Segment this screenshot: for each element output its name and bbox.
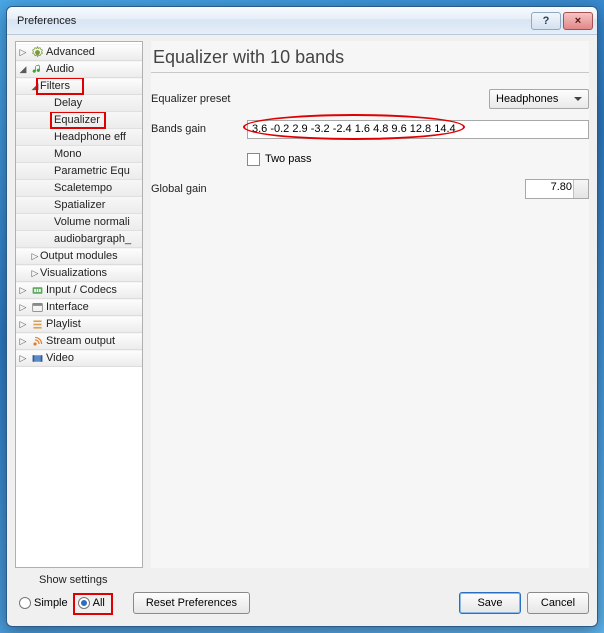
preset-label: Equalizer preset: [151, 93, 247, 105]
page-title: Equalizer with 10 bands: [153, 47, 589, 68]
tree-headphone[interactable]: Headphone eff: [16, 129, 142, 146]
radio-all[interactable]: All: [78, 597, 105, 609]
tree-spatializer[interactable]: Spatializer: [16, 197, 142, 214]
chevron-down-icon: ◢: [18, 61, 28, 78]
help-button[interactable]: ?: [531, 12, 561, 30]
chevron-right-icon: ▷: [18, 299, 28, 316]
tree-audiobar[interactable]: audiobargraph_: [16, 231, 142, 248]
chevron-right-icon: ▷: [18, 350, 28, 367]
tree-filters[interactable]: ◢Filters: [16, 78, 142, 95]
row-global: Global gain 7.80: [151, 177, 589, 201]
tree-playlist[interactable]: ▷Playlist: [16, 316, 142, 333]
radio-icon: [19, 597, 31, 609]
bands-label: Bands gain: [151, 123, 247, 135]
tree-equalizer[interactable]: Equalizer: [16, 112, 142, 129]
chevron-right-icon: ▷: [30, 248, 40, 265]
tree-parametric[interactable]: Parametric Equ: [16, 163, 142, 180]
divider: [151, 72, 589, 73]
tree-delay[interactable]: Delay: [16, 95, 142, 112]
tree-video[interactable]: ▷Video: [16, 350, 142, 367]
sidebar-tree[interactable]: ▷Advanced ◢Audio ◢Filters Delay Equalize…: [15, 41, 143, 568]
video-icon: [30, 352, 44, 366]
global-gain-spinner[interactable]: 7.80: [525, 179, 589, 199]
show-settings-label: Show settings: [39, 574, 589, 586]
codec-icon: [30, 284, 44, 298]
reset-button[interactable]: Reset Preferences: [133, 592, 250, 614]
stream-icon: [30, 335, 44, 349]
row-preset: Equalizer preset Headphones: [151, 87, 589, 111]
tree-mono[interactable]: Mono: [16, 146, 142, 163]
tree-interface[interactable]: ▷Interface: [16, 299, 142, 316]
radio-icon: [78, 597, 90, 609]
global-label: Global gain: [151, 183, 247, 195]
chevron-right-icon: ▷: [30, 265, 40, 282]
twopass-checkbox[interactable]: [247, 153, 260, 166]
twopass-label: Two pass: [265, 153, 311, 165]
main-panel: Equalizer with 10 bands Equalizer preset…: [151, 41, 589, 568]
gear-icon: [30, 46, 44, 60]
window-icon: [30, 301, 44, 315]
preset-dropdown[interactable]: Headphones: [489, 89, 589, 109]
list-icon: [30, 318, 44, 332]
chevron-right-icon: ▷: [18, 333, 28, 350]
cancel-button[interactable]: Cancel: [527, 592, 589, 614]
music-icon: [30, 63, 44, 77]
tree-scaletempo[interactable]: Scaletempo: [16, 180, 142, 197]
client-area: ▷Advanced ◢Audio ◢Filters Delay Equalize…: [7, 35, 597, 626]
save-button[interactable]: Save: [459, 592, 521, 614]
row-twopass: Two pass: [151, 147, 589, 171]
tree-audio[interactable]: ◢Audio: [16, 61, 142, 78]
chevron-down-icon: [579, 189, 585, 195]
tree-volnorm[interactable]: Volume normali: [16, 214, 142, 231]
radio-simple[interactable]: Simple: [19, 597, 68, 609]
footer: Show settings Simple All Reset Preferenc…: [15, 574, 589, 618]
preferences-window: Preferences ? × ▷Advanced ◢Audio ◢Filter…: [6, 6, 598, 627]
tree-stream[interactable]: ▷Stream output: [16, 333, 142, 350]
chevron-down-icon: ◢: [30, 78, 40, 95]
row-bands: Bands gain: [151, 117, 589, 141]
tree-viz[interactable]: ▷Visualizations: [16, 265, 142, 282]
bands-input[interactable]: [247, 120, 589, 139]
close-button[interactable]: ×: [563, 12, 593, 30]
titlebar: Preferences ? ×: [7, 7, 597, 35]
tree-input[interactable]: ▷Input / Codecs: [16, 282, 142, 299]
window-title: Preferences: [17, 15, 529, 27]
tree-output[interactable]: ▷Output modules: [16, 248, 142, 265]
tree-advanced[interactable]: ▷Advanced: [16, 44, 142, 61]
chevron-up-icon: [579, 183, 585, 189]
chevron-right-icon: ▷: [18, 316, 28, 333]
chevron-right-icon: ▷: [18, 282, 28, 299]
chevron-right-icon: ▷: [18, 44, 28, 61]
